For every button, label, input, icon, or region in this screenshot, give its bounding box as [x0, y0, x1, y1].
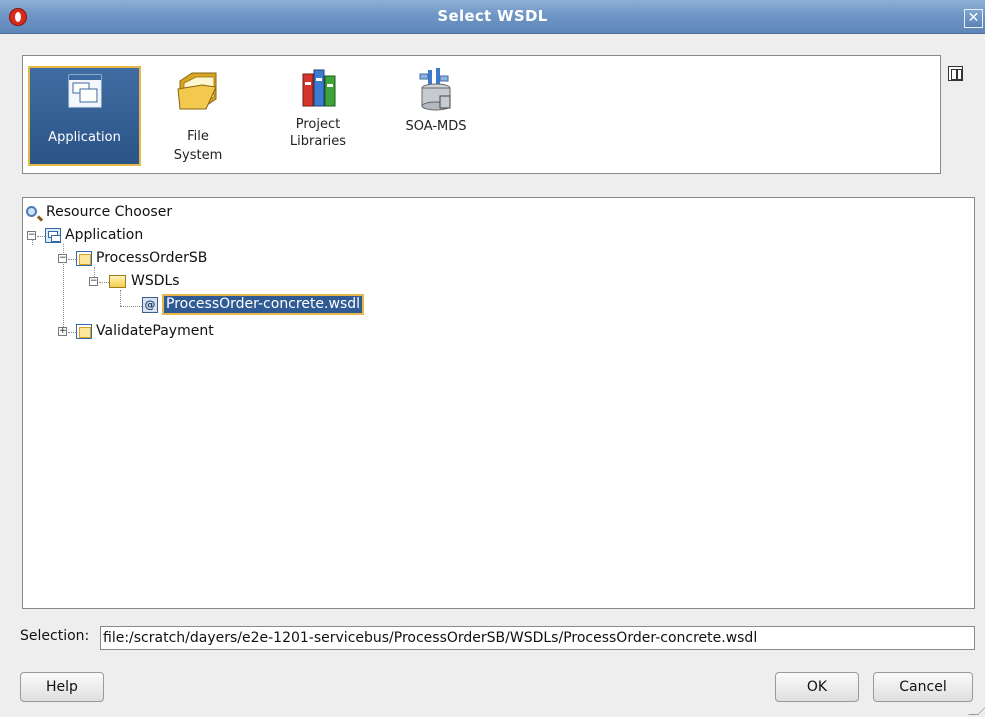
collapse-icon[interactable]: −	[58, 254, 67, 263]
tree-item-label: ValidatePayment	[96, 323, 214, 339]
tree-item-processordersb[interactable]: − ProcessOrderSB	[23, 248, 283, 269]
application-icon	[68, 74, 102, 108]
tree-item-validatepayment[interactable]: + ValidatePayment	[23, 321, 283, 342]
selection-label: Selection:	[20, 628, 90, 644]
location-project-libraries-button[interactable]: Project Libraries	[271, 66, 365, 166]
tree-item-label: WSDLs	[131, 273, 180, 289]
project-icon	[76, 324, 92, 339]
location-toolbar: Application File System Project Librarie…	[22, 55, 941, 174]
location-project-libraries-label: Project Libraries	[289, 117, 347, 149]
location-soa-mds-button[interactable]: SOA-MDS	[399, 66, 473, 166]
location-file-system-label: File System	[173, 129, 223, 163]
tree-item-label: ProcessOrderSB	[96, 250, 208, 266]
toggle-panel-icon[interactable]	[948, 66, 963, 81]
selection-input[interactable]: file:/scratch/dayers/e2e-1201-servicebus…	[100, 626, 975, 650]
tree-item-application[interactable]: − Application	[23, 225, 243, 246]
database-icon	[419, 68, 451, 111]
search-icon	[26, 206, 37, 217]
location-file-system-button[interactable]: File System	[163, 66, 233, 166]
location-soa-mds-label: SOA-MDS	[405, 119, 467, 134]
collapse-icon[interactable]: −	[27, 231, 36, 240]
location-application-button[interactable]: Application	[28, 66, 141, 166]
tree-item-label: Application	[65, 227, 144, 243]
tree-item-label: Resource Chooser	[46, 204, 173, 220]
resource-tree[interactable]: Resource Chooser − Application − Process…	[22, 197, 975, 609]
collapse-icon[interactable]: −	[89, 277, 98, 286]
resize-grip-icon[interactable]	[968, 705, 985, 715]
location-application-label: Application	[48, 130, 121, 145]
title-bar[interactable]: Select WSDL ✕	[0, 0, 985, 34]
books-icon	[302, 69, 336, 107]
tree-item-processorder-concrete-wsdl[interactable]: @ ProcessOrder-concrete.wsdl	[23, 294, 403, 315]
dialog-title: Select WSDL	[437, 7, 548, 25]
folder-icon	[177, 72, 217, 110]
expand-icon[interactable]: +	[58, 327, 67, 336]
folder-icon	[109, 275, 126, 288]
ok-button[interactable]: OK	[775, 672, 859, 702]
tree-item-resource-chooser[interactable]: Resource Chooser	[23, 202, 243, 223]
cancel-button[interactable]: Cancel	[873, 672, 973, 702]
application-node-icon	[45, 228, 61, 243]
wsdl-file-icon: @	[142, 297, 158, 313]
close-button[interactable]: ✕	[964, 9, 983, 28]
project-icon	[76, 251, 92, 266]
tree-item-label-selected: ProcessOrder-concrete.wsdl	[162, 294, 365, 315]
help-button[interactable]: Help	[20, 672, 104, 702]
tree-item-wsdls[interactable]: − WSDLs	[23, 271, 243, 292]
